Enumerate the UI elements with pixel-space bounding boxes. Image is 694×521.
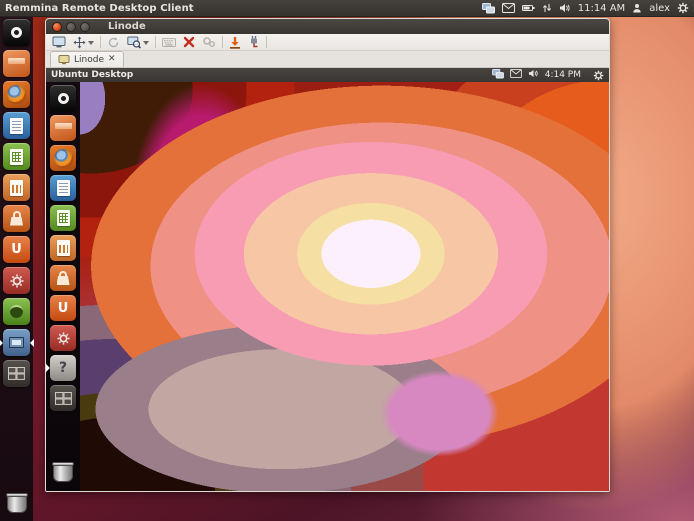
remote-panel-title: Ubuntu Desktop bbox=[51, 70, 133, 80]
tab-monitor-icon bbox=[58, 55, 70, 65]
ubuntu-one-icon: U bbox=[50, 295, 76, 321]
chevron-down-icon bbox=[88, 41, 94, 48]
remote-launcher-item-system-settings[interactable] bbox=[50, 325, 76, 351]
tab-close-icon[interactable]: ✕ bbox=[108, 55, 116, 64]
window-title: Linode bbox=[108, 21, 146, 32]
remote-launcher-item-workspace-switcher[interactable] bbox=[50, 385, 76, 411]
mail-icon[interactable] bbox=[502, 3, 515, 13]
remote-launcher-item-ubuntu-one[interactable]: U bbox=[50, 295, 76, 321]
remote-desktop-view: Ubuntu Desktop 4:14 PM bbox=[46, 68, 609, 491]
remote-launcher-item-libreoffice-writer[interactable] bbox=[50, 175, 76, 201]
active-app-title: Remmina Remote Desktop Client bbox=[5, 3, 194, 14]
unity-launcher: U bbox=[0, 17, 33, 521]
refresh-button[interactable] bbox=[106, 35, 121, 50]
system-settings-gears-icon bbox=[50, 325, 76, 351]
clock[interactable]: 11:14 AM bbox=[578, 3, 625, 14]
launcher-item-green-app[interactable] bbox=[3, 298, 30, 325]
launcher-item-ubuntu-one[interactable]: U bbox=[3, 236, 30, 263]
launcher-item-libreoffice-impress[interactable] bbox=[3, 174, 30, 201]
dash-home-icon bbox=[3, 19, 30, 46]
libreoffice-impress-icon bbox=[50, 235, 76, 261]
preferences-gears-button[interactable] bbox=[201, 35, 217, 50]
chevron-down-icon bbox=[143, 41, 149, 48]
indicator-area: 11:14 AM alex bbox=[482, 2, 689, 14]
libreoffice-calc-icon bbox=[3, 143, 30, 170]
tools-button[interactable] bbox=[182, 35, 196, 50]
minimize-tray-button[interactable] bbox=[228, 35, 242, 50]
libreoffice-writer-icon bbox=[50, 175, 76, 201]
software-center-icon bbox=[50, 265, 76, 291]
launcher-item-libreoffice-writer[interactable] bbox=[3, 112, 30, 139]
tab-bar: Linode ✕ bbox=[46, 51, 609, 68]
remote-launcher-item-libreoffice-calc[interactable] bbox=[50, 205, 76, 231]
gear-icon[interactable] bbox=[593, 70, 604, 81]
remote-unity-launcher: U ? bbox=[46, 82, 80, 491]
outer-top-panel: Remmina Remote Desktop Client 11:14 AM a… bbox=[0, 0, 694, 17]
scaled-mode-button[interactable] bbox=[126, 35, 150, 50]
remmina-icon bbox=[3, 329, 30, 356]
mail-icon[interactable] bbox=[510, 69, 522, 81]
libreoffice-impress-icon bbox=[3, 174, 30, 201]
remote-launcher-item-software-center[interactable] bbox=[50, 265, 76, 291]
workspace-switcher-icon bbox=[3, 360, 30, 387]
user-icon bbox=[632, 3, 642, 13]
disconnect-button[interactable] bbox=[247, 35, 261, 50]
remote-top-panel: Ubuntu Desktop 4:14 PM bbox=[46, 68, 609, 82]
launcher-item-firefox[interactable] bbox=[3, 81, 30, 108]
window-titlebar[interactable]: Linode bbox=[46, 19, 609, 34]
launcher-item-software-center[interactable] bbox=[3, 205, 30, 232]
tab-label: Linode bbox=[74, 55, 104, 65]
ubuntu-one-icon: U bbox=[3, 236, 30, 263]
window-maximize-button[interactable] bbox=[80, 22, 90, 32]
remote-wallpaper bbox=[80, 82, 609, 491]
fit-window-button[interactable] bbox=[72, 35, 95, 50]
remote-launcher-item-home-folder[interactable] bbox=[50, 115, 76, 141]
keyboard-grab-button[interactable] bbox=[161, 35, 177, 50]
sync-arrows-icon[interactable] bbox=[542, 3, 552, 13]
sound-icon[interactable] bbox=[559, 3, 571, 13]
libreoffice-calc-icon bbox=[50, 205, 76, 231]
remote-launcher-item-trash[interactable] bbox=[50, 459, 76, 485]
remote-launcher-item-libreoffice-impress[interactable] bbox=[50, 235, 76, 261]
unknown-app-icon: ? bbox=[50, 355, 76, 381]
launcher-item-trash[interactable] bbox=[3, 489, 30, 516]
trash-icon bbox=[3, 489, 30, 516]
remmina-window: Linode Linode ✕ U bbox=[45, 18, 610, 492]
remote-launcher-item-unknown-app[interactable]: ? bbox=[50, 355, 76, 381]
dash-home-icon bbox=[50, 85, 76, 111]
firefox-icon bbox=[50, 145, 76, 171]
launcher-item-libreoffice-calc[interactable] bbox=[3, 143, 30, 170]
home-folder-icon bbox=[50, 115, 76, 141]
window-close-button[interactable] bbox=[52, 22, 62, 32]
remote-clock[interactable]: 4:14 PM bbox=[545, 70, 581, 80]
remmina-toolbar bbox=[46, 34, 609, 51]
gear-icon[interactable] bbox=[677, 2, 689, 14]
remote-launcher-item-dash-home[interactable] bbox=[50, 85, 76, 111]
remote-desktop-body: U ? bbox=[46, 82, 609, 491]
screen: Remmina Remote Desktop Client 11:14 AM a… bbox=[0, 0, 694, 521]
launcher-item-dash-home[interactable] bbox=[3, 19, 30, 46]
system-settings-gears-icon bbox=[3, 267, 30, 294]
window-minimize-button[interactable] bbox=[66, 22, 76, 32]
remote-launcher-item-firefox[interactable] bbox=[50, 145, 76, 171]
remote-desktop-icon[interactable] bbox=[482, 3, 495, 14]
libreoffice-writer-icon bbox=[3, 112, 30, 139]
home-folder-icon bbox=[3, 50, 30, 77]
user-menu[interactable]: alex bbox=[649, 3, 670, 14]
battery-icon[interactable] bbox=[522, 4, 535, 12]
tab-linode[interactable]: Linode ✕ bbox=[50, 51, 124, 67]
launcher-item-home-folder[interactable] bbox=[3, 50, 30, 77]
remote-desktop-icon[interactable] bbox=[492, 69, 504, 82]
launcher-item-system-settings[interactable] bbox=[3, 267, 30, 294]
fullscreen-button[interactable] bbox=[51, 35, 67, 50]
launcher-item-workspace-switcher[interactable] bbox=[3, 360, 30, 387]
launcher-item-remmina[interactable] bbox=[3, 329, 30, 356]
remote-indicator-area: 4:14 PM bbox=[492, 69, 604, 82]
workspace-switcher-icon bbox=[50, 385, 76, 411]
firefox-icon bbox=[3, 81, 30, 108]
green-app-icon bbox=[3, 298, 30, 325]
software-center-icon bbox=[3, 205, 30, 232]
sound-icon[interactable] bbox=[528, 69, 539, 81]
trash-icon bbox=[50, 459, 76, 485]
